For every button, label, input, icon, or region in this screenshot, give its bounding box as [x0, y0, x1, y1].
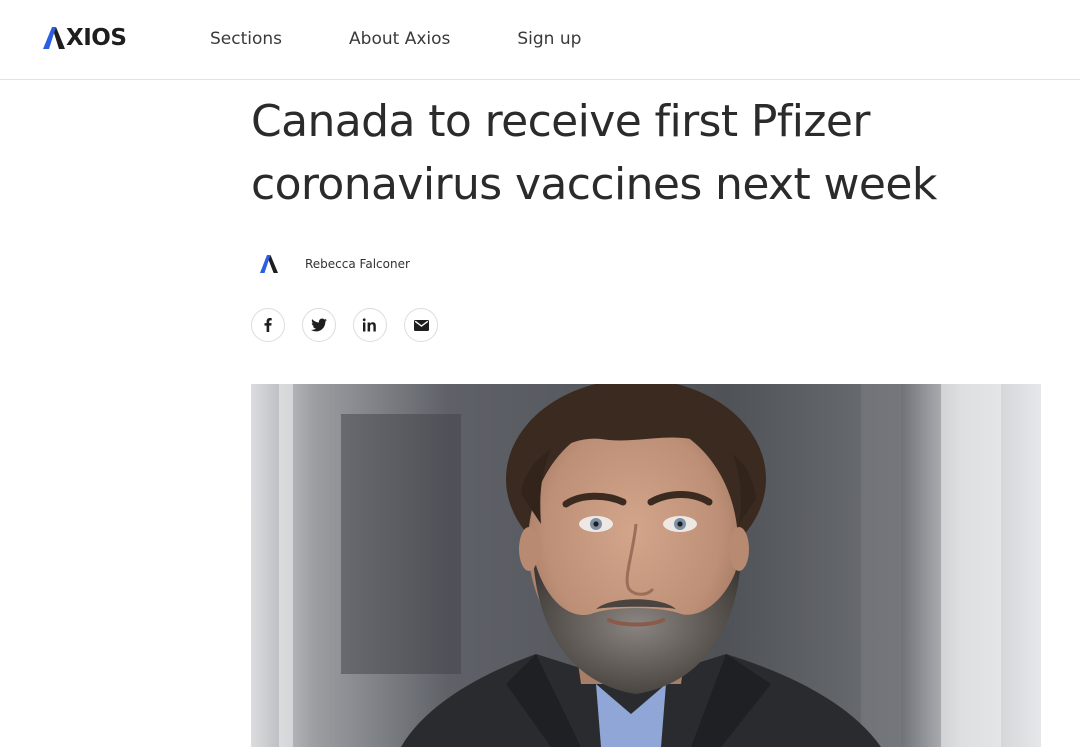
axios-logo[interactable]: XIOS [43, 25, 127, 51]
logo-text: XIOS [66, 25, 127, 51]
share-buttons [251, 308, 455, 342]
author-name[interactable]: Rebecca Falconer [305, 250, 410, 278]
article-headline: Canada to receive first Pfizer coronavir… [251, 96, 937, 210]
axios-author-avatar-icon [255, 248, 287, 280]
nav-about-axios[interactable]: About Axios [349, 27, 450, 51]
share-twitter-button[interactable] [302, 308, 336, 342]
site-header: XIOS Sections About Axios Sign up [0, 0, 1080, 80]
main-nav: Sections About Axios Sign up [210, 27, 648, 51]
portrait-photo [251, 384, 1041, 747]
share-linkedin-button[interactable] [353, 308, 387, 342]
linkedin-icon [362, 318, 376, 332]
nav-sign-up[interactable]: Sign up [517, 27, 581, 51]
twitter-icon [311, 318, 327, 332]
email-icon [413, 319, 429, 331]
page: XIOS Sections About Axios Sign up Canada… [0, 0, 1080, 747]
share-email-button[interactable] [404, 308, 438, 342]
axios-logo-icon [43, 27, 65, 49]
nav-sections[interactable]: Sections [210, 27, 282, 51]
hero-image [251, 384, 1041, 747]
share-facebook-button[interactable] [251, 308, 285, 342]
facebook-icon [264, 318, 272, 332]
byline: Rebecca Falconer [255, 248, 410, 280]
